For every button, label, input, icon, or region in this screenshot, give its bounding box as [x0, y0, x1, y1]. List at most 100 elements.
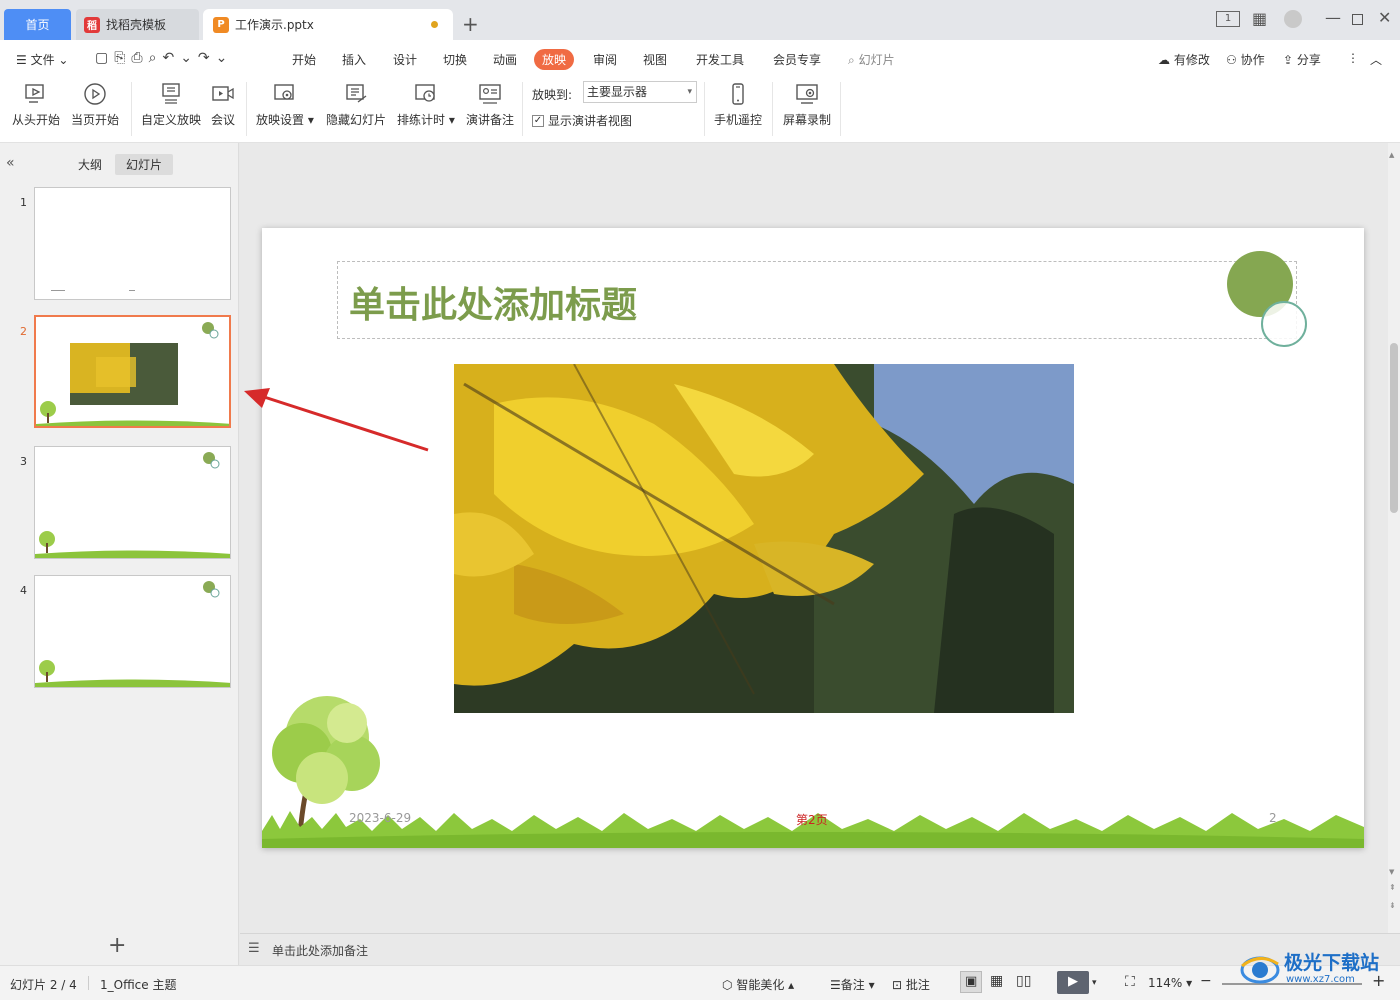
- collapse-panel-icon[interactable]: «: [6, 155, 15, 171]
- outline-tab[interactable]: 大纲: [78, 156, 102, 173]
- vertical-scrollbar[interactable]: ▲ ▼ ⇞ ⇟: [1388, 143, 1400, 933]
- from-start-button[interactable]: 从头开始: [12, 82, 60, 128]
- scrollbar-thumb[interactable]: [1390, 343, 1398, 513]
- tab-document[interactable]: P 工作演示.pptx: [203, 9, 453, 40]
- rehearse-button[interactable]: 排练计时 ▾: [397, 82, 455, 128]
- thumbnail-4-graphic: [35, 581, 230, 687]
- scroll-up-icon[interactable]: ▲: [1389, 151, 1394, 159]
- notes-toggle-button[interactable]: ☰备注 ▾: [830, 976, 875, 993]
- title-placeholder[interactable]: 单击此处添加标题: [337, 261, 1297, 339]
- slide-panel: « 大纲 幻灯片 1 2 3 4 +: [0, 143, 239, 965]
- meeting-label: 会议: [211, 113, 236, 127]
- play-from-start-icon: [25, 84, 44, 103]
- menu-review[interactable]: 审阅: [593, 51, 617, 68]
- menu-transition[interactable]: 切换: [443, 51, 467, 68]
- scroll-down-icon[interactable]: ▼: [1389, 868, 1394, 876]
- collaborate-button[interactable]: ⚇ 协作: [1226, 51, 1265, 68]
- share-button[interactable]: ⇪ 分享: [1283, 51, 1321, 68]
- custom-show-label: 自定义放映: [141, 113, 202, 127]
- slide-page-label: 第2页: [796, 813, 828, 827]
- prev-slide-icon[interactable]: ⇞: [1389, 883, 1396, 892]
- slide-thumbnail-3[interactable]: [34, 446, 231, 559]
- slide-number: 4: [20, 584, 27, 597]
- from-current-button[interactable]: 当页开始: [71, 82, 119, 128]
- comments-button[interactable]: ⊡ 批注: [892, 976, 930, 993]
- menu-member[interactable]: 会员专享: [773, 51, 821, 68]
- presenter-view-checkbox[interactable]: ✓ 显示演讲者视图: [532, 112, 632, 129]
- normal-view-icon: ▣: [965, 974, 978, 989]
- reading-view-icon[interactable]: ▯▯: [1016, 973, 1031, 989]
- smart-beautify-button[interactable]: ⬡ 智能美化 ▴: [722, 976, 794, 993]
- notes-bar[interactable]: ☰ 单击此处添加备注: [240, 933, 1400, 965]
- custom-show-icon: [162, 83, 180, 104]
- annotation-arrow-icon: [244, 388, 429, 452]
- menu-developer[interactable]: 开发工具: [696, 51, 744, 68]
- zoom-slider[interactable]: [1222, 983, 1362, 985]
- slide-counter: 幻灯片 2 / 4: [10, 978, 77, 992]
- screen-record-button[interactable]: 屏幕录制: [783, 82, 831, 128]
- ribbon-divider: [704, 82, 705, 136]
- collapse-ribbon-icon[interactable]: ︿: [1370, 51, 1382, 68]
- from-start-label: 从头开始: [12, 113, 61, 127]
- ginkgo-photo[interactable]: [454, 364, 1074, 713]
- file-menu[interactable]: ☰ 文件 ⌄: [16, 51, 68, 68]
- minimize-icon[interactable]: —: [1325, 8, 1341, 27]
- menu-animation[interactable]: 动画: [493, 51, 517, 68]
- custom-show-button[interactable]: 自定义放映: [141, 82, 201, 128]
- maximize-icon[interactable]: [1352, 14, 1363, 25]
- zoom-out-icon[interactable]: −: [1200, 973, 1212, 989]
- phone-icon: [732, 83, 744, 105]
- menu-slideshow[interactable]: 放映: [534, 49, 575, 70]
- has-changes-button[interactable]: ☁ 有修改: [1158, 51, 1210, 68]
- tab-home[interactable]: 首页: [4, 9, 71, 40]
- status-bar: 幻灯片 2 / 4 1_Office 主题 ⬡ 智能美化 ▴ ☰备注 ▾ ⊡ 批…: [0, 965, 1400, 1000]
- monitor-select[interactable]: 主要显示器 ▾: [583, 81, 697, 103]
- quick-access-icons[interactable]: ▢⎘⎙⌕↶⌄↷⌄: [95, 50, 233, 66]
- fit-window-icon[interactable]: ⛶: [1125, 974, 1135, 990]
- tab-templates[interactable]: 稻 找稻壳模板: [76, 9, 199, 40]
- zoom-level[interactable]: 114% ▾: [1148, 976, 1192, 990]
- ribbon-divider: [522, 82, 523, 136]
- slide-thumbnail-1[interactable]: [34, 187, 231, 300]
- share-icon: ⇪: [1283, 53, 1294, 67]
- search-box[interactable]: ⌕ 幻灯片: [848, 51, 895, 68]
- zoom-in-icon[interactable]: +: [1372, 971, 1385, 990]
- next-slide-icon[interactable]: ⇟: [1389, 901, 1396, 910]
- new-tab-plus-icon[interactable]: +: [462, 12, 479, 36]
- slide-thumbnail-2[interactable]: [34, 315, 231, 428]
- meeting-icon: [212, 86, 234, 101]
- ribbon-divider: [131, 82, 132, 136]
- menu-view[interactable]: 视图: [643, 51, 667, 68]
- title-bar: 首页 稻 找稻壳模板 P 工作演示.pptx + 1 ▦ — ✕: [0, 0, 1400, 40]
- menu-start[interactable]: 开始: [292, 51, 316, 68]
- avatar[interactable]: [1284, 10, 1302, 28]
- cloud-icon: ☁: [1158, 53, 1170, 67]
- play-options-chevron-icon[interactable]: ▾: [1092, 978, 1097, 988]
- slide-page-number: 2: [1269, 811, 1277, 825]
- rehearse-label: 排练计时: [397, 113, 446, 127]
- rehearse-text: 排练计时 ▾: [397, 113, 455, 127]
- more-menu-icon[interactable]: ⋮: [1347, 51, 1359, 65]
- apps-grid-icon[interactable]: ▦: [1252, 9, 1267, 28]
- layout-switch-icon[interactable]: 1: [1216, 11, 1240, 27]
- slide-number: 3: [20, 455, 27, 468]
- current-slide[interactable]: 单击此处添加标题 2023-6-29 第2页 2: [262, 228, 1364, 848]
- collaborate-label: 协作: [1240, 53, 1265, 67]
- user-icon: ⚇: [1226, 53, 1237, 67]
- add-slide-plus-icon[interactable]: +: [108, 933, 126, 958]
- phone-remote-button[interactable]: 手机遥控: [714, 82, 762, 128]
- meeting-button[interactable]: 会议: [211, 82, 235, 128]
- slide-sorter-icon[interactable]: ▦: [990, 973, 1003, 989]
- close-icon[interactable]: ✕: [1378, 8, 1391, 27]
- show-settings-button[interactable]: 放映设置 ▾: [256, 82, 314, 128]
- slide-title: 单击此处添加标题: [349, 285, 638, 326]
- beautify-icon: ⬡: [722, 978, 733, 992]
- hide-slide-button[interactable]: 隐藏幻灯片: [326, 82, 386, 128]
- slide-thumbnail-4[interactable]: [34, 575, 231, 688]
- menu-insert[interactable]: 插入: [342, 51, 366, 68]
- menu-design[interactable]: 设计: [393, 51, 417, 68]
- normal-view-button[interactable]: ▣: [960, 971, 982, 993]
- play-slideshow-button[interactable]: ▶: [1057, 971, 1089, 994]
- slides-tab[interactable]: 幻灯片: [115, 154, 174, 175]
- speaker-notes-button[interactable]: 演讲备注: [466, 82, 514, 128]
